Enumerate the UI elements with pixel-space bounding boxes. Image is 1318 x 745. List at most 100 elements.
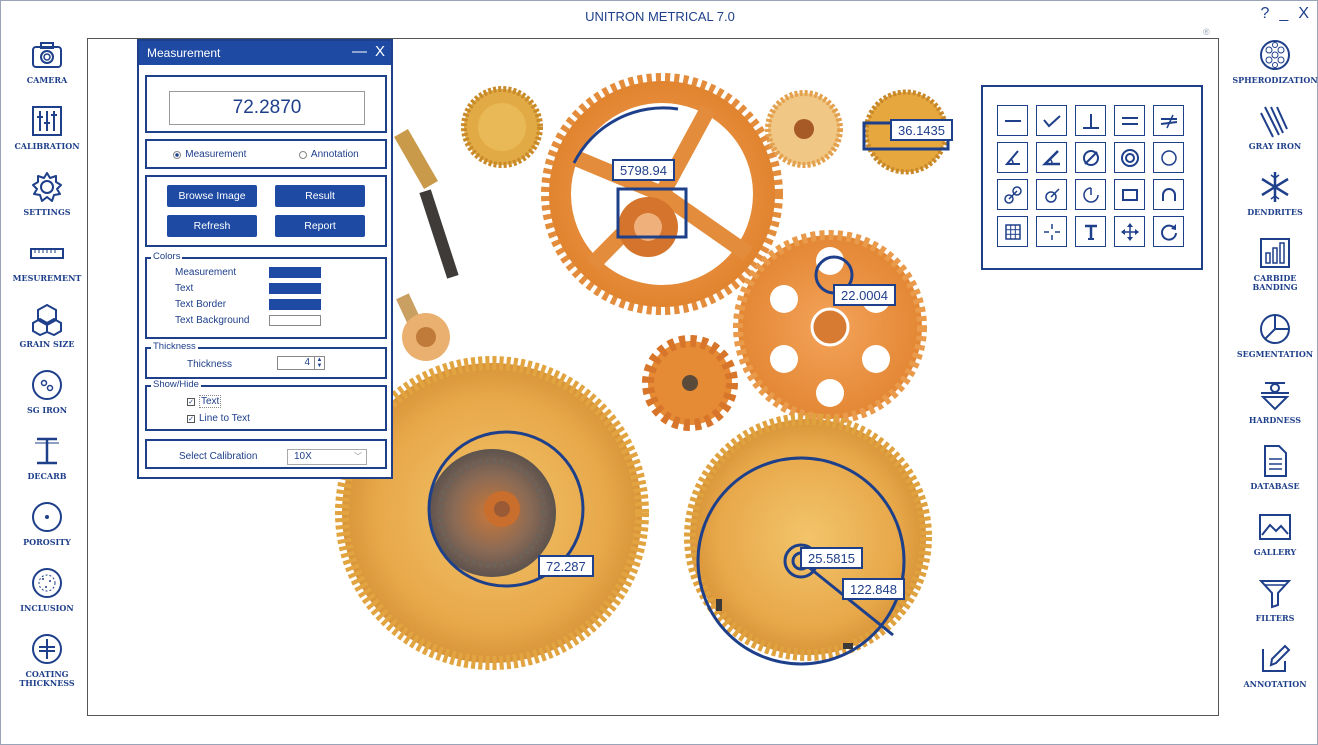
- gray-iron-icon: [1260, 106, 1288, 138]
- database-label: DATABASE: [1250, 481, 1300, 491]
- screw-parts: [394, 129, 459, 361]
- panel-minimize-button[interactable]: —: [352, 43, 367, 60]
- coating-thickness-label: COATING THICKNESS: [19, 669, 75, 688]
- pencil-icon: [1262, 644, 1291, 672]
- mode-measurement-radio[interactable]: Measurement: [173, 149, 246, 160]
- circle-point-tool[interactable]: [1036, 179, 1067, 210]
- color-text-swatch[interactable]: [269, 283, 321, 294]
- sg-iron-label: SG IRON: [26, 405, 68, 415]
- perpendicular-icon: [1082, 113, 1099, 129]
- circle-icon: [1160, 149, 1177, 166]
- color-measurement-label: Measurement: [175, 267, 237, 278]
- concentric-circle-tool[interactable]: [1114, 142, 1145, 173]
- camera-tool[interactable]: CAMERA: [7, 37, 87, 103]
- funnel-icon: [1258, 580, 1292, 609]
- database-tool[interactable]: DATABASE: [1235, 443, 1315, 509]
- angle-three-point-tool[interactable]: [1036, 142, 1067, 173]
- browse-image-button[interactable]: Browse Image: [167, 185, 257, 207]
- coating-thickness-tool[interactable]: COATING THICKNESS: [7, 631, 87, 707]
- panel-header[interactable]: Measurement — X: [139, 41, 391, 65]
- gallery-icon: [1259, 514, 1291, 540]
- curve-tool[interactable]: [1153, 179, 1184, 210]
- camera-label: CAMERA: [26, 75, 68, 85]
- measurement-label-width[interactable]: 36.1435: [890, 119, 953, 141]
- color-text-label: Text: [175, 283, 194, 294]
- calibration-label: CALIBRATION: [14, 141, 80, 151]
- close-button[interactable]: X: [1298, 5, 1309, 23]
- minimize-button[interactable]: _: [1279, 5, 1288, 23]
- color-text-background-swatch[interactable]: [269, 315, 321, 326]
- decarb-tool[interactable]: DECARB: [7, 433, 87, 499]
- decarb-icon: [35, 437, 59, 465]
- not-parallel-icon: [1160, 114, 1177, 128]
- circle-distance-icon: [1003, 185, 1022, 204]
- text-tool[interactable]: [1075, 216, 1106, 247]
- porosity-tool[interactable]: POROSITY: [7, 499, 87, 565]
- show-text-checkbox[interactable]: ✓ Text: [187, 395, 222, 408]
- carbide-banding-tool[interactable]: CARBIDE BANDING: [1235, 235, 1315, 311]
- result-button[interactable]: Result: [275, 185, 365, 207]
- arc-tool[interactable]: [1075, 179, 1106, 210]
- polyline-icon: [1042, 114, 1061, 127]
- showhide-group: Show/Hide ✓ Text ✓ Line to Text: [145, 379, 387, 431]
- calibration-value: 10X: [294, 451, 312, 462]
- help-button[interactable]: ?: [1261, 5, 1270, 23]
- checkbox-checked-icon: ✓: [187, 414, 195, 423]
- inclusion-tool[interactable]: INCLUSION: [7, 565, 87, 631]
- angle-tool[interactable]: [997, 142, 1028, 173]
- spherodization-label: SPHERODIZATION: [1232, 75, 1318, 85]
- refresh-button[interactable]: Refresh: [167, 215, 257, 237]
- actions-group: Browse Image Result Refresh Report: [145, 175, 387, 247]
- rectangle-icon: [1121, 188, 1138, 201]
- stepper-arrows-icon[interactable]: ▲ ▼: [314, 357, 324, 369]
- parallel-icon: [1121, 116, 1138, 125]
- filters-tool[interactable]: FILTERS: [1235, 575, 1315, 641]
- grid-tool[interactable]: [997, 216, 1028, 247]
- parallel-tool[interactable]: [1114, 105, 1145, 136]
- thickness-stepper[interactable]: 4 ▲ ▼: [277, 356, 325, 370]
- measurement-readout: 72.2870: [169, 91, 365, 125]
- rectangle-tool[interactable]: [1114, 179, 1145, 210]
- arc-icon: [1082, 186, 1099, 203]
- report-button[interactable]: Report: [275, 215, 365, 237]
- sg-iron-tool[interactable]: SG IRON: [7, 367, 87, 433]
- circle-distance-tool[interactable]: [997, 179, 1028, 210]
- perpendicular-tool[interactable]: [1075, 105, 1106, 136]
- measurement-label-hole[interactable]: 22.0004: [833, 284, 896, 306]
- readout-group: 72.2870: [145, 75, 387, 133]
- line-tool[interactable]: [997, 105, 1028, 136]
- settings-tool[interactable]: SETTINGS: [7, 169, 87, 235]
- measurement-tool[interactable]: MESUREMENT: [7, 235, 87, 301]
- color-text-border-swatch[interactable]: [269, 299, 321, 310]
- measurement-label-circumference[interactable]: 5798.94: [612, 159, 675, 181]
- move-tool[interactable]: [1114, 216, 1145, 247]
- measurement-label-radius[interactable]: 122.848: [842, 578, 905, 600]
- measurement-label-hub[interactable]: 25.5815: [800, 547, 863, 569]
- info-icon[interactable]: ®: [1203, 27, 1210, 37]
- dendrites-tool[interactable]: DENDRITES: [1235, 169, 1315, 235]
- show-line-checkbox[interactable]: ✓ Line to Text: [187, 413, 250, 424]
- segmentation-tool[interactable]: SEGMENTATION: [1235, 311, 1315, 377]
- sg-iron-icon: [32, 370, 62, 400]
- colors-group: Colors Measurement Text Text Border Text…: [145, 251, 387, 339]
- calibration-tool[interactable]: CALIBRATION: [7, 103, 87, 169]
- measurement-label-inner-gear[interactable]: 72.287: [538, 555, 594, 577]
- rotate-tool[interactable]: [1153, 216, 1184, 247]
- hardness-icon: [1260, 382, 1290, 411]
- filters-label: FILTERS: [1255, 613, 1295, 623]
- gray-iron-tool[interactable]: GRAY IRON: [1235, 103, 1315, 169]
- calibration-select[interactable]: 10X ﹀: [287, 449, 367, 465]
- diameter-tool[interactable]: [1075, 142, 1106, 173]
- panel-close-button[interactable]: X: [375, 43, 385, 60]
- polyline-tool[interactable]: [1036, 105, 1067, 136]
- mode-annotation-radio[interactable]: Annotation: [298, 149, 359, 160]
- spherodization-tool[interactable]: SPHERODIZATION: [1232, 37, 1318, 103]
- crosshair-tool[interactable]: [1036, 216, 1067, 247]
- grain-size-tool[interactable]: GRAIN SIZE: [7, 301, 87, 367]
- circle-tool[interactable]: [1153, 142, 1184, 173]
- hardness-tool[interactable]: HARDNESS: [1235, 377, 1315, 443]
- color-measurement-swatch[interactable]: [269, 267, 321, 278]
- annotation-tool[interactable]: ANNOTATION: [1235, 641, 1315, 707]
- gallery-tool[interactable]: GALLERY: [1235, 509, 1315, 575]
- not-parallel-tool[interactable]: [1153, 105, 1184, 136]
